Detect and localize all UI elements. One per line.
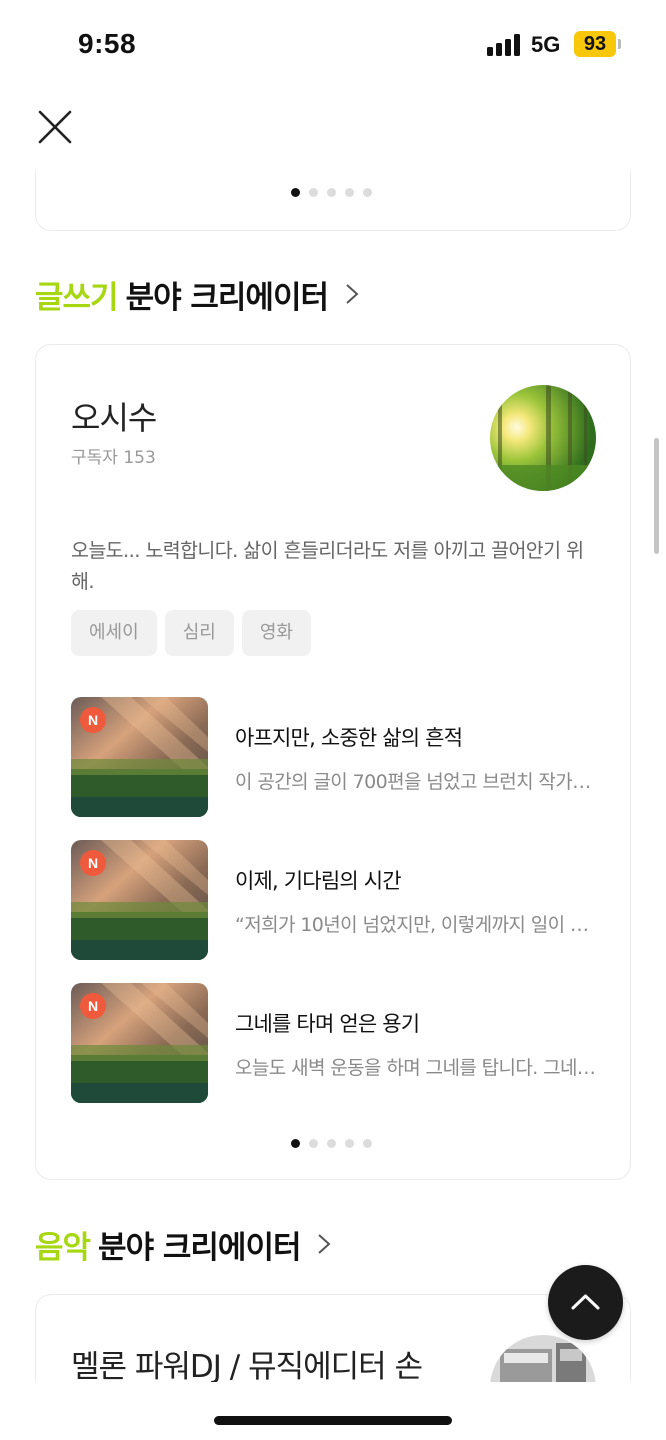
chevron-right-icon <box>318 1234 331 1254</box>
status-time: 9:58 <box>78 28 137 59</box>
carousel-dots <box>291 187 372 197</box>
post-thumbnail: N <box>71 840 208 960</box>
carousel-dot[interactable] <box>327 1138 336 1148</box>
section-header-writing[interactable]: 글쓰기 분야 크리에이터 <box>35 272 360 316</box>
creator-name: 오시수 <box>71 399 157 437</box>
scrollbar[interactable] <box>654 438 659 554</box>
tag-psychology[interactable]: 심리 <box>164 610 234 656</box>
tag-movie[interactable]: 영화 <box>241 610 311 656</box>
tag-list: 에세이 심리 영화 <box>71 610 311 656</box>
section-header-music[interactable]: 음악 분야 크리에이터 <box>35 1222 332 1266</box>
carousel-dot[interactable] <box>327 187 336 197</box>
battery-icon: 93 <box>574 31 616 57</box>
chevron-right-icon <box>346 284 359 304</box>
close-icon <box>38 110 72 144</box>
post-title: 이제, 기다림의 시간 <box>235 869 402 893</box>
carousel-dot[interactable] <box>309 1138 318 1148</box>
post-thumbnail: N <box>71 697 208 817</box>
carousel-dot[interactable] <box>291 187 300 197</box>
close-button[interactable] <box>32 104 78 150</box>
previous-creator-card <box>35 170 631 231</box>
section-title: 분야 크리에이터 <box>125 279 329 316</box>
section-category: 음악 <box>35 1229 91 1266</box>
scroll-top-button[interactable] <box>548 1265 623 1340</box>
post-title: 아프지만, 소중한 삶의 흔적 <box>235 726 463 750</box>
section-title: 분야 크리에이터 <box>98 1229 301 1266</box>
tag-essay[interactable]: 에세이 <box>71 610 157 656</box>
creator-intro: 오늘도... 노력합니다. 삶이 흔들리더라도 저를 아끼고 끌어안기 위해. <box>71 539 584 593</box>
music-creator-card[interactable]: 멜론 파워DJ / 뮤직에디터 손 <box>35 1294 631 1440</box>
battery-tip <box>618 39 621 49</box>
creator-name: 멜론 파워DJ / 뮤직에디터 손 <box>71 1349 423 1385</box>
network-type: 5G <box>531 32 561 57</box>
carousel-dots <box>291 1138 372 1148</box>
carousel-dot[interactable] <box>363 187 372 197</box>
post-excerpt: 이 공간의 글이 700편을 넘었고 브런치 작가 7년차가 되었습니다 <box>235 771 596 793</box>
subscriber-count: 구독자 153 <box>71 448 156 468</box>
section-category: 글쓰기 <box>35 279 119 316</box>
new-badge: N <box>80 707 106 733</box>
creator-avatar[interactable] <box>490 385 596 491</box>
post-item[interactable]: N 이제, 기다림의 시간 “저희가 10년이 넘었지만, 이렇게까지 일이 잘… <box>71 840 596 960</box>
carousel-dot[interactable] <box>309 187 318 197</box>
new-badge: N <box>80 993 106 1019</box>
signal-icon <box>487 34 521 56</box>
post-excerpt: “저희가 10년이 넘었지만, 이렇게까지 일이 잘 된 적이 없었어요” <box>235 914 596 936</box>
creator-card[interactable]: 오시수 구독자 153 오늘도... 노력합니다. 삶이 흔들리더라도 저를 아… <box>35 344 631 1180</box>
post-item[interactable]: N 그네를 타며 얻은 용기 오늘도 새벽 운동을 하며 그네를 탑니다. 그네… <box>71 983 596 1103</box>
bottom-safe-area <box>0 1382 666 1440</box>
carousel-dot[interactable] <box>291 1138 300 1148</box>
new-badge: N <box>80 850 106 876</box>
post-item[interactable]: N 아프지만, 소중한 삶의 흔적 이 공간의 글이 700편을 넘었고 브런치… <box>71 697 596 817</box>
carousel-dot[interactable] <box>363 1138 372 1148</box>
carousel-dot[interactable] <box>345 187 354 197</box>
status-bar: 9:58 5G 93 <box>0 0 666 90</box>
post-thumbnail: N <box>71 983 208 1103</box>
chevron-up-icon <box>571 1294 600 1310</box>
carousel-dot[interactable] <box>345 1138 354 1148</box>
home-indicator[interactable] <box>214 1416 452 1425</box>
post-title: 그네를 타며 얻은 용기 <box>235 1012 420 1036</box>
post-excerpt: 오늘도 새벽 운동을 하며 그네를 탑니다. 그네를 타면서 <box>235 1057 596 1079</box>
